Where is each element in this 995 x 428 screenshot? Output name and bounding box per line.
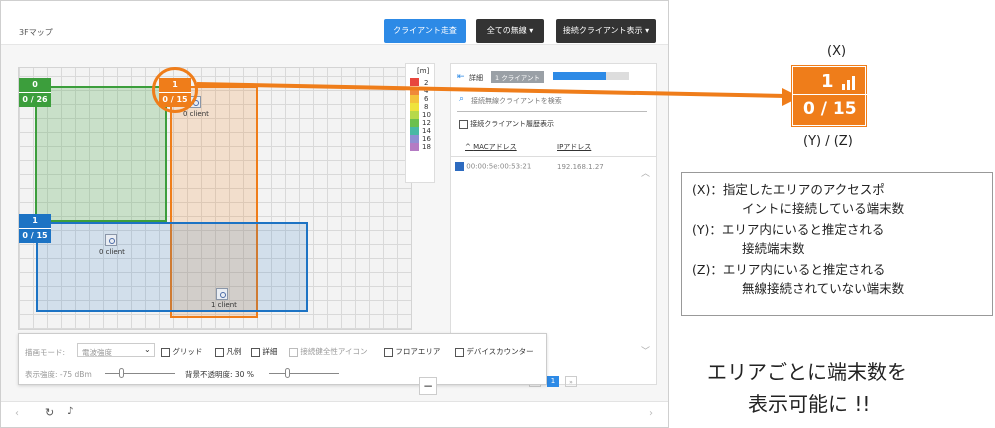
explanation-box: (X)：指定したエリアのアクセスポ イントに接続している端末数 (Y)：エリア内… (681, 172, 993, 316)
tagline-line1: エリアごとに端末数を (707, 360, 907, 384)
yz-marker-label: (Y) / (Z) (803, 134, 853, 149)
signal-bars-icon (842, 76, 855, 90)
desc-z-line2: 無線接続されていない端末数 (742, 281, 905, 296)
desc-y-line2: 接続端末数 (742, 241, 805, 256)
desc-x-line2: イントに接続している端末数 (742, 201, 905, 216)
enlarged-count-row: 1 (793, 71, 867, 95)
desc-z-line1: (Z)：エリア内にいると推定される (692, 262, 886, 277)
tagline-line2: 表示可能に !! (748, 392, 871, 416)
desc-y-line1: (Y)：エリア内にいると推定される (692, 222, 885, 237)
enlarged-ratio: 0 / 15 (803, 99, 857, 119)
enlarged-count: 1 (821, 71, 834, 92)
arrow-line (196, 82, 787, 98)
desc-x-line1: (X)：指定したエリアのアクセスポ (692, 182, 885, 197)
enlarged-area-counter: 1 0 / 15 (792, 66, 867, 126)
x-marker-label: (X) (827, 44, 847, 59)
